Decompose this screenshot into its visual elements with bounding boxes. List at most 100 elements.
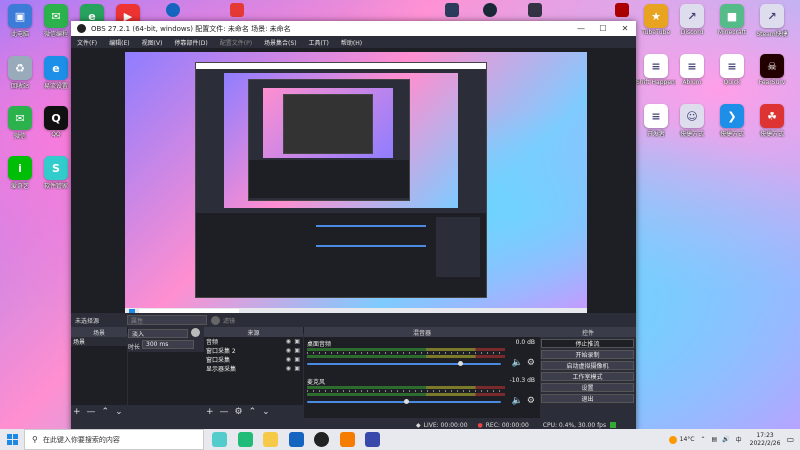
- exit-button[interactable]: 退出: [541, 394, 634, 403]
- desktop-icon-right-7[interactable]: ☠ FearSurv: [752, 54, 792, 86]
- desktop-icon-left-4[interactable]: ♻ 回收站: [0, 56, 40, 90]
- gear-icon[interactable]: ⚙: [235, 407, 243, 417]
- menu-docks[interactable]: 停靠部件(D): [174, 38, 207, 47]
- menu-scene-collection[interactable]: 场景集合(S): [264, 38, 297, 47]
- preview-area[interactable]: [71, 48, 636, 333]
- settings-button[interactable]: 设置: [541, 383, 634, 392]
- menu-file[interactable]: 文件(F): [77, 38, 97, 47]
- start-virtual-camera-button[interactable]: 启动虚拟摄像机: [541, 361, 634, 370]
- desktop-icon-right-9[interactable]: ☺ 快捷方式: [672, 104, 712, 138]
- app-icon[interactable]: [365, 432, 380, 447]
- taskbar-search[interactable]: ⚲ 在此键入你要搜索的内容: [24, 429, 204, 450]
- desktop-icon-right-11[interactable]: ☘ 快捷方式: [752, 104, 792, 138]
- preview-canvas[interactable]: [125, 52, 587, 316]
- eye-icon[interactable]: ◉: [286, 338, 291, 345]
- minimize-button[interactable]: —: [570, 21, 592, 36]
- task-view-icon[interactable]: [212, 432, 227, 447]
- eye-icon[interactable]: ◉: [286, 347, 291, 354]
- source-item[interactable]: 窗口采集 2 ◉ ▣: [204, 346, 303, 355]
- edge-icon[interactable]: [238, 432, 253, 447]
- add-source-icon[interactable]: +: [206, 407, 214, 417]
- filters-button[interactable]: 滤镜: [223, 316, 235, 325]
- source-item[interactable]: 窗口采集 ◉ ▣: [204, 355, 303, 364]
- source-item[interactable]: 显示器采集 ◉ ▣: [204, 364, 303, 373]
- game-icon[interactable]: [445, 3, 459, 17]
- network-icon[interactable]: ▤: [712, 436, 718, 443]
- volume-icon[interactable]: 🔊: [722, 436, 729, 443]
- weather-icon: [668, 435, 677, 444]
- volume-slider-handle[interactable]: [404, 399, 409, 404]
- gear-icon[interactable]: [191, 328, 200, 337]
- gear-icon[interactable]: ⚙: [527, 358, 535, 368]
- app-icon[interactable]: [340, 432, 355, 447]
- desktop-icon-right-0[interactable]: ★ TubeTube: [636, 4, 676, 36]
- desktop-icon-left-0[interactable]: ▣ 此电脑: [0, 4, 40, 38]
- desktop-icon-right-5[interactable]: ≡ Ablum: [672, 54, 712, 86]
- gear-icon[interactable]: ⚙: [527, 396, 535, 406]
- start-recording-button[interactable]: 开始录制: [541, 350, 634, 359]
- eye-icon[interactable]: ◉: [286, 365, 291, 372]
- speaker-icon[interactable]: 🔈: [512, 358, 523, 368]
- transition-select[interactable]: 淡入: [128, 329, 188, 338]
- eye-icon[interactable]: ◉: [286, 356, 291, 363]
- nested-obs-capture-2: [248, 79, 410, 201]
- firefox-icon[interactable]: [166, 3, 180, 17]
- filters-icon[interactable]: [211, 315, 220, 325]
- move-up-icon[interactable]: ⌃: [249, 407, 257, 417]
- menu-view[interactable]: 视图(V): [142, 38, 163, 47]
- remove-source-icon[interactable]: —: [220, 407, 229, 417]
- file-explorer-icon[interactable]: [263, 432, 278, 447]
- chevron-up-icon[interactable]: ⌃: [700, 436, 705, 443]
- desktop-icon-right-3[interactable]: ↗ Steam快捷: [752, 4, 792, 38]
- app-icon[interactable]: [289, 432, 304, 447]
- desktop-icon-left-5[interactable]: e 易流设置: [36, 56, 76, 90]
- volume-slider-handle[interactable]: [458, 361, 463, 366]
- clock[interactable]: 17:23 2022/2/26: [750, 432, 781, 448]
- move-down-icon[interactable]: ⌄: [115, 407, 123, 417]
- desktop-icon-right-2[interactable]: ■ Minecraft: [712, 4, 752, 36]
- move-down-icon[interactable]: ⌄: [262, 407, 270, 417]
- title-bar[interactable]: OBS 27.2.1 (64-bit, windows) 配置文件: 未命名 场…: [71, 21, 636, 36]
- desktop-icon-left-7[interactable]: Q QQ: [36, 106, 76, 138]
- remove-scene-icon[interactable]: —: [87, 407, 96, 417]
- menu-profile[interactable]: 配置文件(P): [220, 38, 252, 47]
- app-icon[interactable]: [615, 3, 629, 17]
- obs-taskbar-icon[interactable]: [314, 432, 329, 447]
- stop-streaming-button[interactable]: 停止推流: [541, 339, 634, 348]
- speaker-icon[interactable]: 🔈: [512, 396, 523, 406]
- move-up-icon[interactable]: ⌃: [102, 407, 110, 417]
- lock-icon[interactable]: ▣: [294, 338, 300, 345]
- menu-help[interactable]: 帮助(H): [341, 38, 362, 47]
- duration-input[interactable]: 300 ms: [142, 340, 194, 349]
- desktop-icon-right-6[interactable]: ≡ Quick: [712, 54, 752, 86]
- menu-edit[interactable]: 编辑(E): [109, 38, 129, 47]
- menu-tools[interactable]: 工具(T): [309, 38, 329, 47]
- weather-temp[interactable]: 14°C: [680, 436, 695, 443]
- lock-icon[interactable]: ▣: [294, 347, 300, 354]
- volume-slider[interactable]: [307, 363, 501, 365]
- app-icon[interactable]: [230, 3, 244, 17]
- document-icon: ≡: [680, 54, 704, 78]
- maximize-button[interactable]: ☐: [592, 21, 614, 36]
- lock-icon[interactable]: ▣: [294, 365, 300, 372]
- properties-button[interactable]: 属性: [127, 315, 207, 325]
- terminal-icon[interactable]: [528, 3, 542, 17]
- desktop-icon-left-8[interactable]: i 爱奇艺: [0, 156, 40, 190]
- source-item[interactable]: 音频 ◉ ▣: [204, 337, 303, 346]
- lock-icon[interactable]: ▣: [294, 356, 300, 363]
- ime-indicator[interactable]: 中: [736, 435, 742, 444]
- studio-mode-button[interactable]: 工作室模式: [541, 372, 634, 381]
- notification-icon[interactable]: ▭: [786, 435, 794, 444]
- desktop-icon-right-4[interactable]: ≡ Shift Happens: [636, 54, 676, 86]
- scene-item[interactable]: 场景: [71, 337, 127, 346]
- desktop-icon-right-1[interactable]: ↗ Discord: [672, 4, 712, 36]
- close-button[interactable]: ✕: [614, 21, 636, 36]
- add-scene-icon[interactable]: +: [73, 407, 81, 417]
- desktop-icon-left-9[interactable]: S 软件管家: [36, 156, 76, 190]
- desktop-icon-right-8[interactable]: ≡ 开发者: [636, 104, 676, 138]
- desktop-icon-left-1[interactable]: ✉ 微信编程: [36, 4, 76, 38]
- desktop-icon-left-6[interactable]: ✉ 微信: [0, 106, 40, 140]
- steam-icon[interactable]: [483, 3, 497, 17]
- start-button[interactable]: [0, 429, 24, 450]
- desktop-icon-right-10[interactable]: ❯ 快捷方式: [712, 104, 752, 138]
